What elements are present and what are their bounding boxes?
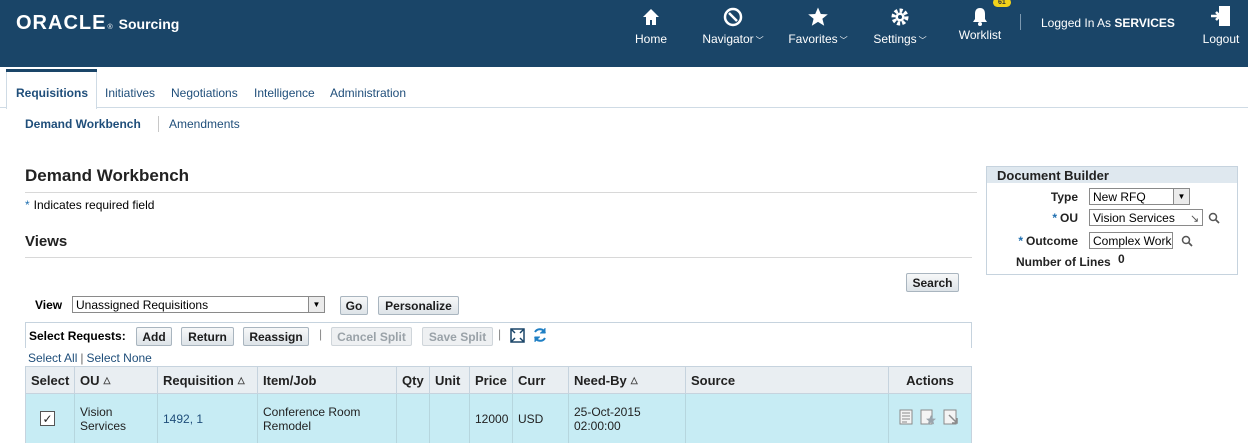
compass-icon [698, 4, 768, 30]
split-icon[interactable] [943, 409, 959, 428]
cancel-split-button[interactable]: Cancel Split [331, 327, 412, 346]
select-none-link[interactable]: Select None [86, 351, 151, 365]
row-actions-cell [889, 394, 971, 443]
chevron-down-icon: ﹀ [755, 36, 764, 45]
type-label: Type [1050, 190, 1078, 204]
star-icon [784, 4, 852, 30]
logged-in-user: SERVICES [1114, 16, 1175, 30]
personalize-button[interactable]: Personalize [378, 296, 459, 315]
view-label: View [35, 298, 63, 312]
refresh-icon[interactable] [532, 327, 548, 346]
chevron-down-icon: ﹀ [839, 36, 848, 45]
nav-home[interactable]: Home [630, 4, 672, 46]
return-button[interactable]: Return [181, 327, 234, 346]
row-curr-cell: USD [513, 394, 569, 443]
tab-negotiations[interactable]: Negotiations [171, 86, 238, 100]
worklist-count-badge: 61 [993, 0, 1011, 7]
tab-intelligence[interactable]: Intelligence [254, 86, 315, 100]
row-qty-cell [397, 394, 430, 443]
column-header-item-job: Item/Job [258, 366, 397, 394]
logout-icon [1198, 4, 1244, 30]
subtab-amendments[interactable]: Amendments [169, 117, 240, 131]
column-header-source: Source [686, 366, 889, 394]
oracle-logo: ORACLE ® Sourcing [16, 12, 180, 34]
outcome-label: * Outcome [1018, 234, 1078, 248]
dropdown-arrow-icon: ▼ [1173, 189, 1189, 204]
header-divider [1020, 14, 1021, 30]
select-links: Select All | Select None [28, 351, 152, 365]
search-button[interactable]: Search [906, 273, 959, 292]
clear-field-icon[interactable]: ↘ [1190, 212, 1199, 225]
logged-in-status: Logged In As SERVICES [1041, 16, 1175, 30]
subtab-divider [158, 116, 159, 132]
row-select-cell: ✓ [26, 394, 75, 443]
add-to-document-icon[interactable] [920, 409, 936, 428]
app-name: Sourcing [118, 16, 180, 32]
tab-administration[interactable]: Administration [330, 86, 406, 100]
active-tab-indicator [6, 69, 97, 72]
select-all-link[interactable]: Select All [28, 351, 77, 365]
sort-ascending-icon: △ [237, 374, 245, 385]
column-header-unit: Unit [430, 366, 470, 394]
brand-name: ORACLE [16, 12, 107, 34]
views-divider [25, 257, 972, 258]
row-select-checkbox[interactable]: ✓ [40, 411, 55, 426]
gear-icon [868, 4, 932, 30]
toolbar-separator: | [319, 327, 323, 341]
nav-settings[interactable]: Settings ﹀ [868, 4, 932, 46]
number-of-lines-value: 0 [1118, 252, 1125, 266]
column-header-ou[interactable]: OU △ [75, 366, 158, 394]
tab-initiatives[interactable]: Initiatives [105, 86, 155, 100]
app-header: ORACLE ® Sourcing Home Navigator ﹀ Favorit… [0, 0, 1248, 67]
ou-field[interactable]: Vision Services [1089, 209, 1203, 226]
column-header-price: Price [470, 366, 513, 394]
column-header-select: Select [26, 366, 75, 394]
search-icon[interactable] [1208, 212, 1220, 227]
view-select[interactable]: Unassigned Requisitions ▼ [72, 296, 325, 313]
add-button[interactable]: Add [136, 327, 172, 346]
select-requests-label: Select Requests: [29, 329, 126, 343]
nav-navigator[interactable]: Navigator ﹀ [698, 4, 768, 46]
row-price-cell: 12000 [470, 394, 513, 443]
document-builder-title: Document Builder [987, 167, 1237, 183]
column-header-qty: Qty [397, 366, 430, 394]
dropdown-arrow-icon: ▼ [308, 297, 324, 312]
search-icon[interactable] [1181, 235, 1193, 250]
page-title: Demand Workbench [25, 166, 190, 185]
nav-favorites[interactable]: Favorites ﹀ [784, 4, 852, 46]
ou-label: * OU [1052, 211, 1078, 225]
views-title: Views [25, 233, 68, 250]
row-source-cell [686, 394, 889, 443]
row-unit-cell [430, 394, 470, 443]
bell-icon [955, 4, 1005, 30]
sort-ascending-icon: △ [630, 374, 638, 385]
details-icon[interactable] [899, 409, 913, 428]
row-ou-cell: Vision Services [75, 394, 158, 443]
type-select[interactable]: New RFQ ▼ [1089, 188, 1190, 205]
detach-table-icon[interactable] [509, 327, 526, 347]
column-header-curr: Curr [513, 366, 569, 394]
chevron-down-icon: ﹀ [918, 36, 927, 45]
tab-requisitions[interactable]: Requisitions [16, 86, 88, 100]
required-field-note: * Indicates required field [25, 198, 155, 212]
row-need-by-cell: 25-Oct-2015 02:00:00 [569, 394, 686, 443]
column-header-actions: Actions [906, 372, 954, 388]
home-icon [630, 4, 672, 30]
toolbar-separator: | [498, 327, 502, 341]
column-header-requisition[interactable]: Requisition △ [158, 366, 258, 394]
title-divider [25, 192, 977, 193]
row-item-job-cell: Conference Room Remodel [258, 394, 397, 443]
column-header-need-by[interactable]: Need-By △ [569, 366, 686, 394]
reassign-button[interactable]: Reassign [243, 327, 309, 346]
save-split-button[interactable]: Save Split [422, 327, 493, 346]
nav-worklist[interactable]: Worklist [955, 4, 1005, 42]
outcome-field[interactable]: Complex Work [1089, 232, 1173, 249]
row-requisition-link[interactable]: 1492, 1 [158, 394, 258, 443]
sort-ascending-icon: △ [103, 374, 111, 385]
nav-logout[interactable]: Logout [1198, 4, 1244, 46]
go-button[interactable]: Go [340, 296, 368, 315]
subtab-demand-workbench[interactable]: Demand Workbench [25, 117, 141, 131]
number-of-lines-label: Number of Lines [1016, 255, 1111, 269]
